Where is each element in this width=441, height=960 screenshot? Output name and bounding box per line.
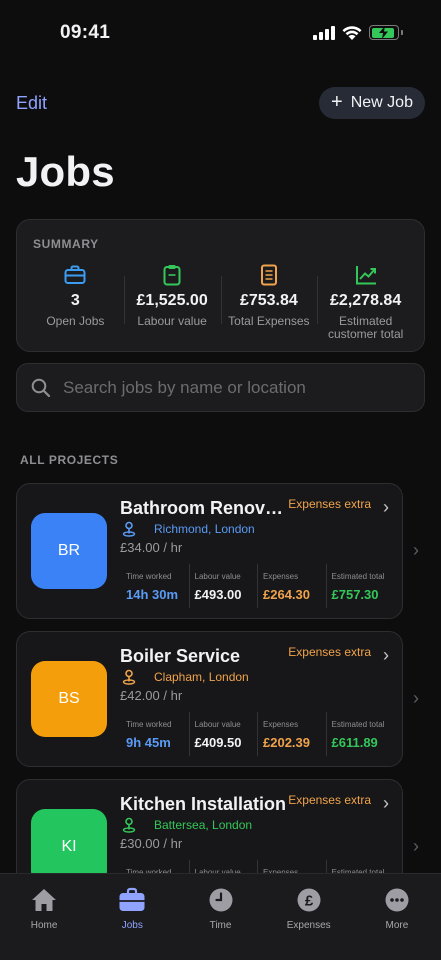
job-rate: £42.00 / hr <box>120 688 183 703</box>
tab-jobs[interactable]: Jobs <box>88 874 176 960</box>
job-card-bathroom-renovation[interactable]: BR Bathroom Renovation Expenses extra › … <box>16 483 403 619</box>
summary-total-expenses: £753.84 Total Expenses <box>220 264 318 341</box>
chevron-right-icon[interactable]: › <box>413 688 419 709</box>
chevron-right-icon[interactable]: › <box>383 645 389 666</box>
search-box[interactable] <box>16 363 425 412</box>
metric-expenses: Expenses £264.30 <box>257 564 326 608</box>
charging-icon <box>379 26 388 39</box>
ellipsis-icon <box>384 886 410 914</box>
tab-home[interactable]: Home <box>0 874 88 960</box>
plus-icon: + <box>331 91 343 113</box>
summary-labour-value: £1,525.00 Labour value <box>123 264 221 341</box>
receipt-icon <box>260 264 278 286</box>
job-location: Battersea, London <box>154 818 253 832</box>
tab-bar: Home Jobs Time £ Expenses More <box>0 873 441 960</box>
chevron-right-icon[interactable]: › <box>383 497 389 518</box>
summary-open-jobs: 3 Open Jobs <box>27 264 124 341</box>
metric-time-worked: Time worked 14h 30m <box>126 572 179 602</box>
summary-estimated-total: £2,278.84 Estimated customer total <box>317 264 414 341</box>
tab-time[interactable]: Time <box>176 874 264 960</box>
briefcase-icon <box>118 886 146 914</box>
edit-button[interactable]: Edit <box>16 93 47 114</box>
chevron-right-icon[interactable]: › <box>383 793 389 814</box>
summary-card: SUMMARY 3 Open Jobs £1,525.00 Labour val… <box>16 219 425 352</box>
trend-up-icon <box>355 264 377 286</box>
section-header: ALL PROJECTS <box>20 453 119 467</box>
new-job-label: New Job <box>350 94 413 111</box>
briefcase-icon <box>64 264 86 286</box>
job-rate: £34.00 / hr <box>120 540 183 555</box>
expenses-badge: Expenses extra <box>288 497 371 511</box>
job-location: Clapham, London <box>154 670 249 684</box>
svg-text:£: £ <box>305 893 314 910</box>
pound-icon: £ <box>296 886 322 914</box>
metric-expenses: Expenses £202.39 <box>257 712 326 756</box>
map-pin-icon <box>122 669 136 685</box>
job-card-boiler-service[interactable]: BS Boiler Service Expenses extra › Claph… <box>16 631 403 767</box>
map-pin-icon <box>122 817 136 833</box>
expenses-badge: Expenses extra <box>288 645 371 659</box>
job-name: Boiler Service <box>120 646 241 666</box>
tab-more[interactable]: More <box>353 874 441 960</box>
status-bar: 09:41 <box>0 0 441 66</box>
metric-time-worked: Time worked 9h 45m <box>126 720 172 750</box>
clipboard-icon <box>163 264 181 286</box>
job-name: Bathroom Renovation <box>120 498 290 518</box>
new-job-button[interactable]: + New Job <box>319 87 425 119</box>
job-location: Richmond, London <box>154 522 255 536</box>
map-pin-icon <box>122 521 136 537</box>
search-input[interactable] <box>63 377 393 398</box>
house-icon <box>30 886 58 914</box>
expenses-badge: Expenses extra <box>288 793 371 807</box>
job-avatar: BR <box>31 513 107 589</box>
metric-estimated-total: Estimated total £611.89 <box>325 712 395 756</box>
tab-expenses[interactable]: £ Expenses <box>265 874 353 960</box>
metric-labour-value: Labour value £493.00 <box>188 564 258 608</box>
signal-icon <box>313 26 335 40</box>
job-rate: £30.00 / hr <box>120 836 183 851</box>
status-time: 09:41 <box>60 22 111 43</box>
metric-labour-value: Labour value £409.50 <box>188 712 258 756</box>
clock-icon <box>208 886 234 914</box>
metric-estimated-total: Estimated total £757.30 <box>325 564 395 608</box>
job-avatar: BS <box>31 661 107 737</box>
summary-label: SUMMARY <box>33 237 99 251</box>
wifi-icon <box>342 26 362 40</box>
search-icon <box>31 378 51 397</box>
page-title: Jobs <box>16 148 115 195</box>
chevron-right-icon[interactable]: › <box>413 836 419 857</box>
chevron-right-icon[interactable]: › <box>413 540 419 561</box>
job-name: Kitchen Installation <box>120 794 287 814</box>
